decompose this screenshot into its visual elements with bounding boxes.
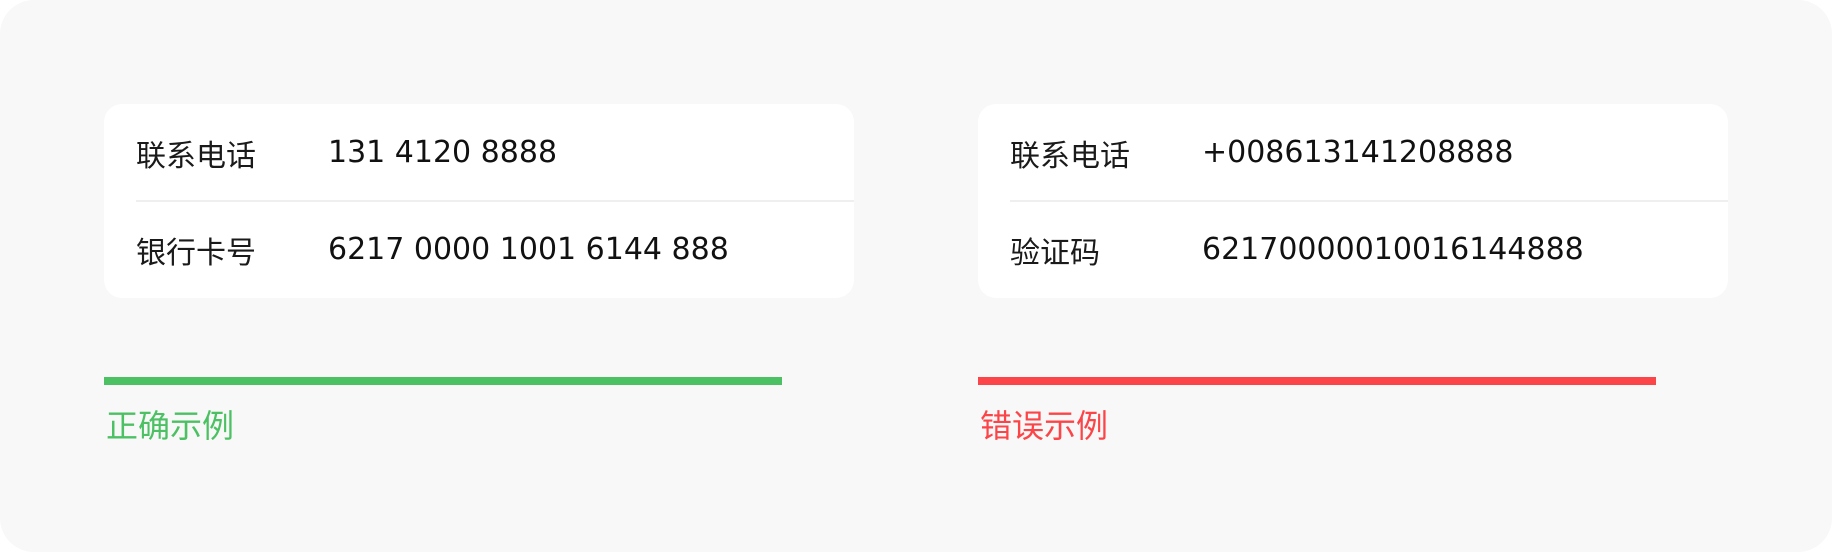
info-row-verification-code: 验证码 62170000010016144888 xyxy=(1010,201,1728,298)
correct-info-card: 联系电话 131 4120 8888 银行卡号 6217 0000 1001 6… xyxy=(104,104,854,298)
row-value: +008613141208888 xyxy=(1202,135,1514,170)
correct-example-panel: 联系电话 131 4120 8888 银行卡号 6217 0000 1001 6… xyxy=(104,104,854,445)
correct-indicator-bar xyxy=(104,377,782,385)
wrong-example-panel: 联系电话 +008613141208888 验证码 62170000010016… xyxy=(978,104,1728,445)
row-label: 联系电话 xyxy=(1010,138,1130,174)
info-row-phone: 联系电话 +008613141208888 xyxy=(1010,104,1728,201)
wrong-example-caption: 错误示例 xyxy=(980,407,1109,445)
row-value: 62170000010016144888 xyxy=(1202,232,1584,267)
info-row-phone: 联系电话 131 4120 8888 xyxy=(136,104,854,201)
info-row-bank-card: 银行卡号 6217 0000 1001 6144 888 xyxy=(136,201,854,298)
comparison-canvas: 联系电话 131 4120 8888 银行卡号 6217 0000 1001 6… xyxy=(0,0,1832,552)
correct-example-caption: 正确示例 xyxy=(106,407,235,445)
row-label: 银行卡号 xyxy=(136,235,256,271)
row-label: 验证码 xyxy=(1010,235,1100,271)
wrong-indicator-bar xyxy=(978,377,1656,385)
row-value: 6217 0000 1001 6144 888 xyxy=(328,232,729,267)
row-value: 131 4120 8888 xyxy=(328,135,558,170)
wrong-info-card: 联系电话 +008613141208888 验证码 62170000010016… xyxy=(978,104,1728,298)
row-label: 联系电话 xyxy=(136,138,256,174)
